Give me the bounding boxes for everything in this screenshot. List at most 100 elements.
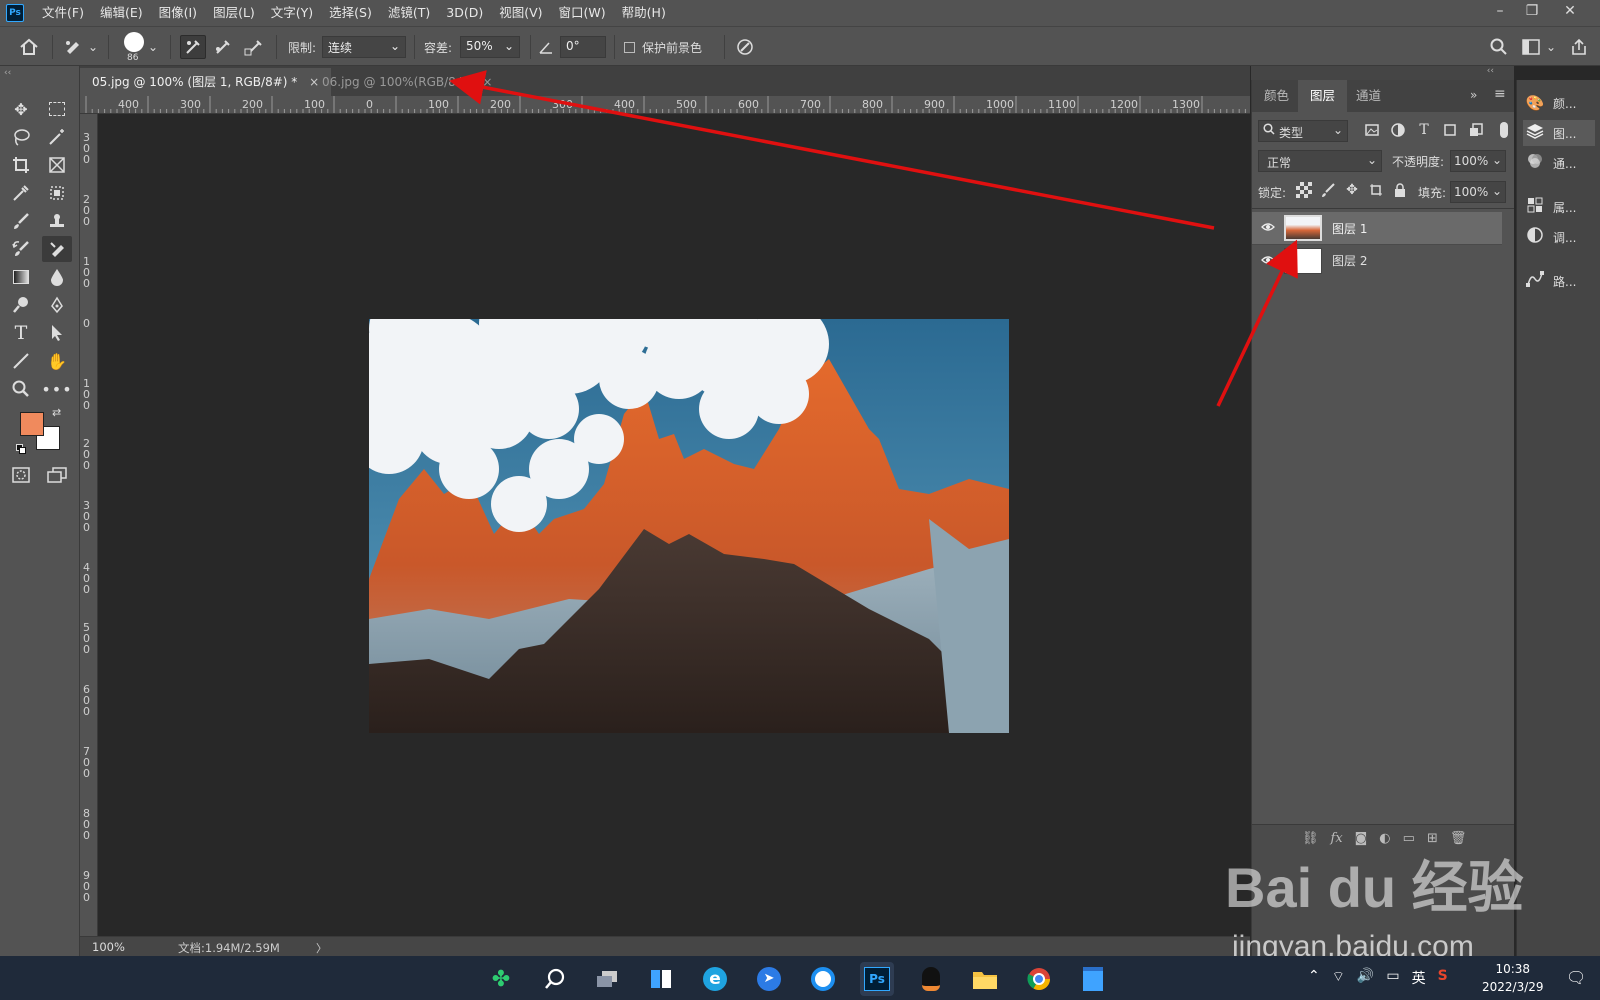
color-replacement-tool-icon[interactable]	[42, 236, 72, 262]
eye-icon[interactable]	[1252, 254, 1284, 268]
foreground-color-swatch[interactable]	[20, 412, 44, 436]
tab-channels[interactable]: 通道	[1344, 80, 1393, 112]
blur-tool-icon[interactable]	[42, 264, 72, 290]
menu-layer[interactable]: 图层(L)	[205, 0, 263, 26]
swap-colors-icon[interactable]: ⇄	[52, 406, 61, 419]
lock-all-icon[interactable]	[1392, 182, 1408, 198]
file-explorer-icon[interactable]	[968, 962, 1002, 996]
home-icon[interactable]	[16, 35, 42, 59]
marquee-tool-icon[interactable]	[42, 96, 72, 122]
brush-tool-icon[interactable]	[6, 208, 36, 234]
brush-preview-icon[interactable]	[124, 32, 144, 52]
dodge-tool-icon[interactable]	[6, 292, 36, 318]
angle-input[interactable]: 0°	[560, 36, 606, 58]
menu-type[interactable]: 文字(Y)	[263, 0, 321, 26]
layer-name[interactable]: 图层 1	[1332, 220, 1367, 237]
tab-05-jpg[interactable]: 05.jpg @ 100% (图层 1, RGB/8#) * ×	[80, 68, 332, 96]
chevron-down-icon[interactable]: ⌄	[86, 35, 100, 59]
dock-properties[interactable]: 属...	[1523, 194, 1595, 220]
feishu-icon[interactable]: ➤	[752, 962, 786, 996]
menu-edit[interactable]: 编辑(E)	[92, 0, 151, 26]
move-tool-icon[interactable]: ✥	[6, 96, 36, 122]
close-window-button[interactable]: ✕	[1552, 0, 1588, 22]
clone-stamp-tool-icon[interactable]	[42, 208, 72, 234]
chevron-up-icon[interactable]: ⌃	[1308, 968, 1320, 988]
status-menu-arrow-icon[interactable]: 〉	[316, 940, 327, 956]
workspace-chevron-icon[interactable]: ⌄	[1544, 35, 1558, 59]
zoom-level[interactable]: 100%	[92, 940, 125, 954]
layer-name[interactable]: 图层 2	[1332, 252, 1367, 269]
qq-icon[interactable]	[914, 962, 948, 996]
wifi-icon[interactable]: ⌔	[1332, 968, 1345, 988]
tab-layers[interactable]: 图层	[1298, 80, 1348, 112]
line-tool-icon[interactable]	[6, 348, 36, 374]
notification-icon[interactable]: 🗨	[1566, 968, 1586, 987]
dock-paths[interactable]: 路...	[1523, 268, 1595, 294]
volume-icon[interactable]: 🔊	[1357, 968, 1374, 988]
magic-wand-tool-icon[interactable]	[42, 124, 72, 150]
shape-filter-icon[interactable]	[1442, 122, 1458, 138]
type-tool-icon[interactable]: T	[6, 320, 36, 346]
expand-panels-icon[interactable]: »	[1470, 88, 1477, 102]
clock[interactable]: 10:38 2022/3/29	[1482, 960, 1544, 996]
dock-channels[interactable]: 通...	[1523, 150, 1595, 176]
smart-object-filter-icon[interactable]	[1468, 122, 1484, 138]
task-view-icon[interactable]	[590, 962, 624, 996]
dock-adjustments[interactable]: 调...	[1523, 224, 1595, 250]
notepad-icon[interactable]	[1076, 962, 1110, 996]
menu-help[interactable]: 帮助(H)	[614, 0, 674, 26]
hand-tool-icon[interactable]: ✋	[42, 348, 72, 374]
lock-pixels-icon[interactable]	[1320, 182, 1336, 198]
search-icon[interactable]	[538, 962, 572, 996]
sampling-once-icon[interactable]	[210, 35, 236, 59]
blend-mode-select[interactable]: 正常 ⌄	[1258, 150, 1382, 172]
tolerance-input[interactable]: 50% ⌄	[460, 36, 520, 58]
share-icon[interactable]	[1566, 35, 1592, 59]
opacity-input[interactable]: 100% ⌄	[1450, 150, 1506, 172]
search-icon[interactable]	[1486, 35, 1512, 59]
close-icon[interactable]: ×	[482, 75, 492, 89]
ime-indicator[interactable]: 英	[1412, 968, 1426, 988]
panel-menu-icon[interactable]: ≡	[1494, 86, 1506, 102]
lock-artboard-icon[interactable]	[1368, 182, 1384, 198]
pixel-filter-icon[interactable]	[1364, 122, 1380, 138]
brush-picker-chevron-icon[interactable]: ⌄	[146, 35, 160, 59]
lasso-tool-icon[interactable]	[6, 124, 36, 150]
dock-color[interactable]: 🎨 颜...	[1523, 90, 1595, 116]
tab-color[interactable]: 颜色	[1252, 80, 1301, 112]
photoshop-taskbar-icon[interactable]: Ps	[860, 962, 894, 996]
sampling-background-swatch-icon[interactable]	[240, 35, 266, 59]
layer-row-2[interactable]: 图层 2	[1252, 244, 1502, 276]
lock-transparency-icon[interactable]	[1296, 182, 1312, 198]
pressure-size-icon[interactable]	[732, 35, 758, 59]
menu-3d[interactable]: 3D(D)	[438, 0, 491, 26]
sogou-ime-icon[interactable]: S	[1438, 968, 1448, 988]
menu-image[interactable]: 图像(I)	[151, 0, 205, 26]
screen-mode-icon[interactable]	[42, 462, 72, 488]
type-filter-icon[interactable]: T	[1416, 122, 1432, 138]
dock-layers[interactable]: 图...	[1523, 120, 1595, 146]
tab-06-jpg[interactable]: 06.jpg @ 100%(RGB/8#) ×	[310, 68, 504, 96]
eye-icon[interactable]	[1252, 221, 1284, 235]
zoom-tool-icon[interactable]	[6, 376, 36, 402]
app-launcher-icon[interactable]: ✤	[484, 962, 518, 996]
frame-tool-icon[interactable]	[42, 152, 72, 178]
crop-tool-icon[interactable]	[6, 152, 36, 178]
filter-kind-select[interactable]: 类型 ⌄	[1258, 120, 1348, 142]
tool-preset-icon[interactable]	[60, 35, 86, 59]
document-image[interactable]	[369, 319, 1009, 733]
chrome-icon[interactable]	[1022, 962, 1056, 996]
more-tools-icon[interactable]: •••	[41, 376, 72, 402]
sampling-continuous-icon[interactable]	[180, 35, 206, 59]
protect-foreground-checkbox[interactable]	[624, 42, 635, 53]
workspace-icon[interactable]	[1518, 35, 1544, 59]
layer-row-1[interactable]: 图层 1	[1252, 212, 1502, 244]
battery-icon[interactable]: ▭	[1386, 968, 1399, 988]
lock-position-icon[interactable]: ✥	[1344, 182, 1360, 198]
minimize-button[interactable]: –	[1482, 0, 1518, 22]
object-selection-tool-icon[interactable]	[42, 180, 72, 206]
canvas-area[interactable]	[98, 114, 1250, 936]
menu-file[interactable]: 文件(F)	[34, 0, 92, 26]
adjustment-filter-icon[interactable]	[1390, 122, 1406, 138]
menu-window[interactable]: 窗口(W)	[551, 0, 614, 26]
